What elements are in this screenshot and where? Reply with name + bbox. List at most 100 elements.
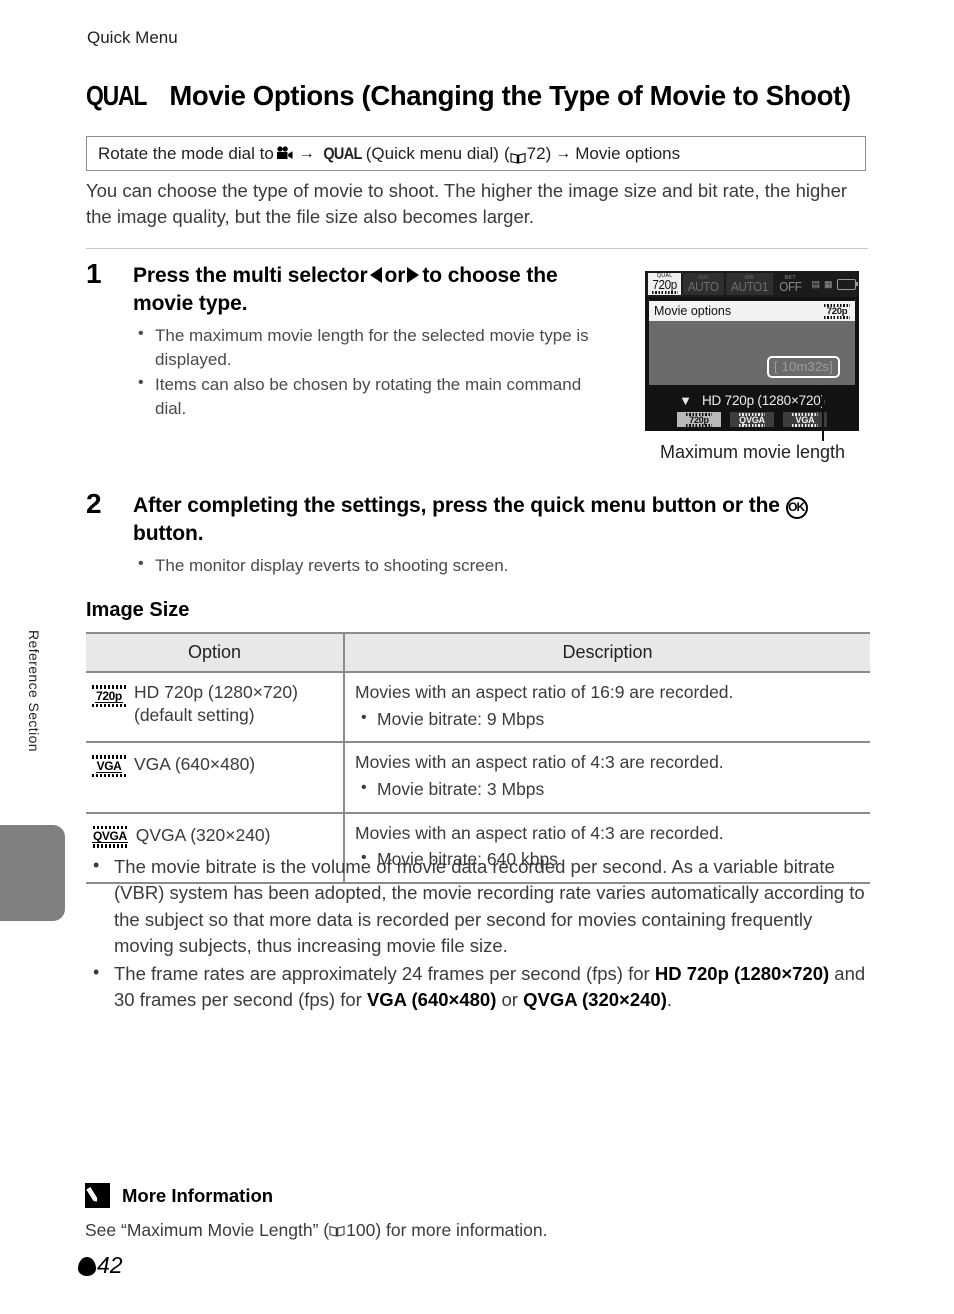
camera-illustration-caption: Maximum movie length xyxy=(659,442,846,462)
film-strip-icon xyxy=(686,423,712,427)
film-strip-icon xyxy=(92,685,126,689)
sd-card-icon: ▦ xyxy=(824,278,833,289)
path-part-1: Rotate the mode dial to xyxy=(98,143,274,163)
step-1-heading-before: Press the multi selector xyxy=(133,264,368,287)
divider-rule xyxy=(86,248,868,249)
table-header-row: Option Description xyxy=(86,632,870,673)
step-2-heading-after: button. xyxy=(133,522,204,545)
notes-list: The movie bitrate is the volume of movie… xyxy=(86,853,876,1016)
camera-selected-type-line: ▼ HD 720p (1280×720) xyxy=(645,391,859,409)
badge-vga-icon: VGA xyxy=(92,754,126,778)
film-strip-icon xyxy=(739,423,765,427)
description-main-vga: Movies with an aspect ratio of 4:3 are r… xyxy=(355,752,724,773)
option-note-720p: (default setting) xyxy=(134,704,255,725)
movie-mode-icon xyxy=(276,145,293,164)
option-label-720p: HD 720p (1280×720) xyxy=(134,682,298,702)
ok-button-icon: OK xyxy=(785,497,808,519)
column-header-option: Option xyxy=(86,632,345,673)
path-part-2: (Quick menu dial) xyxy=(365,143,499,163)
step-2-heading: After completing the settings, press the… xyxy=(133,492,876,548)
multi-selector-left-icon xyxy=(369,267,382,283)
reference-section-tab xyxy=(0,825,65,921)
chip-vga-label: VGA xyxy=(795,414,815,425)
book-reference-icon-1 xyxy=(510,149,526,164)
description-cell-vga: Movies with an aspect ratio of 4:3 are r… xyxy=(344,742,870,814)
step-1-number: 1 xyxy=(86,258,102,289)
chip-720p[interactable]: 720p xyxy=(677,412,721,427)
pencil-icon xyxy=(85,1183,110,1208)
movie-type-chips: 720p QVGA VGA xyxy=(645,412,859,427)
note2-bold3: QVGA (320×240) xyxy=(523,989,667,1011)
film-strip-icon xyxy=(92,703,126,707)
more-information-header: More Information xyxy=(85,1183,273,1208)
list-item: The monitor display reverts to shooting … xyxy=(133,553,876,578)
more-information-text: See “Maximum Movie Length” ( 100) for mo… xyxy=(85,1220,875,1241)
page-title: QUAL Movie Options (Changing the Type of… xyxy=(86,80,886,112)
list-item: The frame rates are approximately 24 fra… xyxy=(86,960,876,1014)
column-header-description: Description xyxy=(344,632,870,673)
running-head: Quick Menu xyxy=(87,28,178,47)
more-info-page-ref: 100 xyxy=(346,1220,376,1240)
page-number: 42 xyxy=(97,1252,123,1278)
note2-part3: or xyxy=(496,989,524,1011)
status-qual-cell: QUAL 720p xyxy=(648,273,682,295)
movie-options-value-badge: 720p xyxy=(824,303,850,319)
camera-screen-illustration: QUAL 720p ISO AUTO WB AUTO1 BKT OFF ▤ ▦ … xyxy=(645,271,859,431)
more-info-after: ) for more information. xyxy=(375,1220,548,1240)
mg-icon: ▤ xyxy=(811,278,821,289)
arrow-right-icon-2: → xyxy=(555,144,572,162)
section-heading-image-size: Image Size xyxy=(86,599,190,621)
movie-options-row[interactable]: Movie options 720p xyxy=(649,301,855,321)
chip-vga[interactable]: VGA xyxy=(783,412,827,427)
film-strip-icon xyxy=(92,773,126,778)
movie-options-value: 720p xyxy=(826,305,848,317)
image-size-table: Option Description 720p HD 720p (1280×72… xyxy=(86,632,870,884)
page-reference-72: 72 xyxy=(526,143,546,163)
chip-qvga-label: QVGA xyxy=(739,414,765,425)
more-information-title: More Information xyxy=(122,1184,274,1206)
description-main-qvga: Movies with an aspect ratio of 4:3 are r… xyxy=(355,822,724,843)
badge-720p-label: 720p xyxy=(95,688,123,703)
description-cell-720p: Movies with an aspect ratio of 16:9 are … xyxy=(344,672,870,744)
film-strip-icon xyxy=(792,423,818,427)
film-strip-icon xyxy=(824,315,850,319)
badge-qvga-label: QVGA xyxy=(92,829,128,843)
qual-icon-inline: QUAL xyxy=(323,143,362,163)
path-part-3: Movie options xyxy=(575,143,681,163)
camera-bottom-area: ▼ HD 720p (1280×720) 720p QVGA VGA xyxy=(645,389,859,431)
camera-selected-type-label: HD 720p (1280×720) xyxy=(702,392,825,408)
callout-pointer-line xyxy=(822,385,824,441)
step-1-heading-or: or xyxy=(384,264,406,287)
option-cell-vga: VGA VGA (640×480) xyxy=(86,742,345,814)
status-bkt-value: OFF xyxy=(778,278,802,294)
arrow-right-icon-1: → xyxy=(298,144,315,162)
page-folio: 42 xyxy=(78,1252,123,1279)
description-bullet-720p: Movie bitrate: 9 Mbps xyxy=(355,707,870,732)
note2-bold1: HD 720p (1280×720) xyxy=(654,963,830,985)
intro-paragraph: You can choose the type of movie to shoo… xyxy=(86,180,848,228)
note2-part4: . xyxy=(666,989,673,1011)
step-1-heading: Press the multi selector or to choose the … xyxy=(133,262,616,318)
navigation-path-box: Rotate the mode dial to → QUAL (Quick me… xyxy=(86,136,866,171)
paren-close: ) xyxy=(545,143,552,163)
description-main-720p: Movies with an aspect ratio of 16:9 are … xyxy=(355,682,734,702)
max-movie-length-value: [ 10m32s] xyxy=(767,356,840,378)
option-cell-720p: 720p HD 720p (1280×720) (default setting… xyxy=(86,672,345,744)
multi-selector-right-icon xyxy=(407,267,420,283)
reference-section-mark-icon xyxy=(78,1257,96,1276)
book-reference-icon-2 xyxy=(329,1221,345,1237)
movie-options-label: Movie options xyxy=(654,304,732,318)
step-2-bullets: The monitor display reverts to shooting … xyxy=(133,553,876,578)
list-item: Items can also be chosen by rotating the… xyxy=(133,372,616,421)
status-wb-cell: WB AUTO1 xyxy=(725,273,773,295)
camera-top-status-bar: QUAL 720p ISO AUTO WB AUTO1 BKT OFF ▤ ▦ xyxy=(645,271,859,297)
selector-down-icon: ▼ xyxy=(679,392,692,408)
status-iso-cell: ISO AUTO xyxy=(683,273,724,295)
status-wb-value: AUTO1 xyxy=(730,278,768,294)
list-item: The movie bitrate is the volume of movie… xyxy=(86,853,876,959)
chip-qvga[interactable]: QVGA xyxy=(730,412,774,427)
step-1: 1 Press the multi selector or to choose th… xyxy=(86,258,616,422)
table-row: VGA VGA (640×480) Movies with an aspect … xyxy=(86,742,870,814)
badge-qvga-icon: QVGA xyxy=(92,825,128,849)
note2-part1: The frame rates are approximately 24 fra… xyxy=(114,963,655,985)
